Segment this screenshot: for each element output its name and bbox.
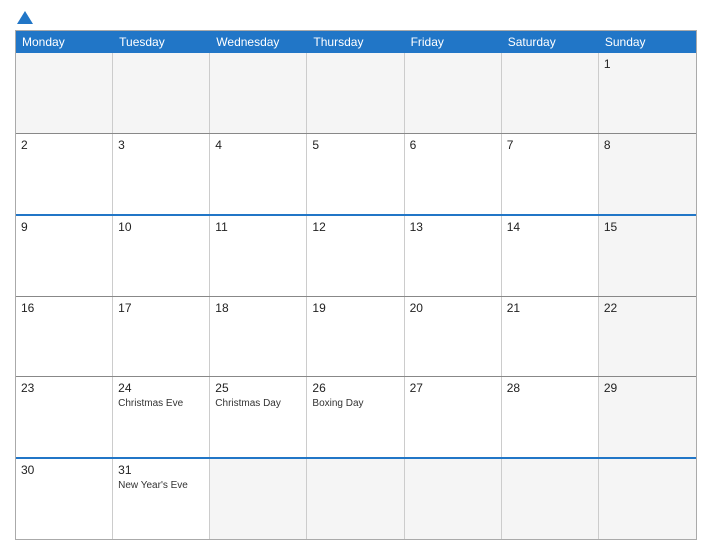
- day-number: 2: [21, 138, 107, 152]
- day-number: 13: [410, 220, 496, 234]
- day-number: 5: [312, 138, 398, 152]
- week-row-3: 9 10 11 12 13 14 15: [16, 214, 696, 296]
- day-cell: 31 New Year's Eve: [113, 459, 210, 539]
- day-cell: 28: [502, 377, 599, 457]
- day-event: Christmas Eve: [118, 397, 204, 410]
- day-header-tuesday: Tuesday: [113, 31, 210, 53]
- day-cell: 13: [405, 216, 502, 296]
- day-number: 21: [507, 301, 593, 315]
- day-number: 30: [21, 463, 107, 477]
- day-number: 12: [312, 220, 398, 234]
- day-header-sunday: Sunday: [599, 31, 696, 53]
- day-number: 10: [118, 220, 204, 234]
- day-event: New Year's Eve: [118, 479, 204, 492]
- day-cell: 4: [210, 134, 307, 214]
- day-cell: 18: [210, 297, 307, 377]
- day-number: 20: [410, 301, 496, 315]
- week-row-6: 30 31 New Year's Eve: [16, 457, 696, 539]
- day-headers-row: MondayTuesdayWednesdayThursdayFridaySatu…: [16, 31, 696, 53]
- day-cell: [599, 459, 696, 539]
- day-cell: 9: [16, 216, 113, 296]
- day-header-friday: Friday: [405, 31, 502, 53]
- week-row-2: 2345678: [16, 133, 696, 214]
- day-cell: [307, 53, 404, 133]
- day-cell: 14: [502, 216, 599, 296]
- day-number: 3: [118, 138, 204, 152]
- day-cell: 10: [113, 216, 210, 296]
- day-cell: 11: [210, 216, 307, 296]
- day-cell: [16, 53, 113, 133]
- logo: [15, 10, 37, 24]
- day-number: 4: [215, 138, 301, 152]
- day-cell: 6: [405, 134, 502, 214]
- calendar: MondayTuesdayWednesdayThursdayFridaySatu…: [15, 30, 697, 540]
- day-cell: 29: [599, 377, 696, 457]
- weeks-container: 123456789101112131415161718192021222324C…: [16, 53, 696, 539]
- day-number: 26: [312, 381, 398, 395]
- day-number: 31: [118, 463, 204, 477]
- day-header-monday: Monday: [16, 31, 113, 53]
- day-event: Boxing Day: [312, 397, 398, 410]
- day-cell: 17: [113, 297, 210, 377]
- day-number: 9: [21, 220, 107, 234]
- day-number: 27: [410, 381, 496, 395]
- day-cell: 1: [599, 53, 696, 133]
- day-cell: 27: [405, 377, 502, 457]
- day-cell: 2: [16, 134, 113, 214]
- day-cell: 3: [113, 134, 210, 214]
- day-header-saturday: Saturday: [502, 31, 599, 53]
- day-number: 22: [604, 301, 691, 315]
- week-row-4: 16 17 18 19 20 21 22: [16, 296, 696, 377]
- day-number: 8: [604, 138, 691, 152]
- day-number: 23: [21, 381, 107, 395]
- week-row-5: 23 24 Christmas Eve 25 Christmas Day 26 Boxing…: [16, 376, 696, 457]
- day-number: 29: [604, 381, 691, 395]
- day-cell: 15: [599, 216, 696, 296]
- day-cell: [405, 53, 502, 133]
- day-number: 17: [118, 301, 204, 315]
- calendar-header: [15, 10, 697, 24]
- day-cell: 8: [599, 134, 696, 214]
- day-cell: 26 Boxing Day: [307, 377, 404, 457]
- day-number: 16: [21, 301, 107, 315]
- day-number: 11: [215, 220, 301, 234]
- day-number: 19: [312, 301, 398, 315]
- day-cell: [405, 459, 502, 539]
- day-number: 25: [215, 381, 301, 395]
- day-number: 6: [410, 138, 496, 152]
- day-number: 7: [507, 138, 593, 152]
- day-header-thursday: Thursday: [307, 31, 404, 53]
- week-row-1: 1: [16, 53, 696, 133]
- day-number: 15: [604, 220, 691, 234]
- day-cell: 24 Christmas Eve: [113, 377, 210, 457]
- day-cell: [307, 459, 404, 539]
- day-number: 1: [604, 57, 691, 71]
- day-cell: [502, 459, 599, 539]
- day-number: 18: [215, 301, 301, 315]
- day-cell: [210, 459, 307, 539]
- day-cell: 23: [16, 377, 113, 457]
- day-cell: 7: [502, 134, 599, 214]
- day-cell: [113, 53, 210, 133]
- day-cell: [502, 53, 599, 133]
- day-cell: 30: [16, 459, 113, 539]
- day-cell: 21: [502, 297, 599, 377]
- day-number: 24: [118, 381, 204, 395]
- day-number: 28: [507, 381, 593, 395]
- day-header-wednesday: Wednesday: [210, 31, 307, 53]
- day-cell: 19: [307, 297, 404, 377]
- day-cell: 5: [307, 134, 404, 214]
- day-cell: 12: [307, 216, 404, 296]
- day-number: 14: [507, 220, 593, 234]
- day-event: Christmas Day: [215, 397, 301, 410]
- logo-triangle-icon: [17, 11, 33, 24]
- day-cell: 20: [405, 297, 502, 377]
- day-cell: 22: [599, 297, 696, 377]
- day-cell: 16: [16, 297, 113, 377]
- day-cell: 25 Christmas Day: [210, 377, 307, 457]
- day-cell: [210, 53, 307, 133]
